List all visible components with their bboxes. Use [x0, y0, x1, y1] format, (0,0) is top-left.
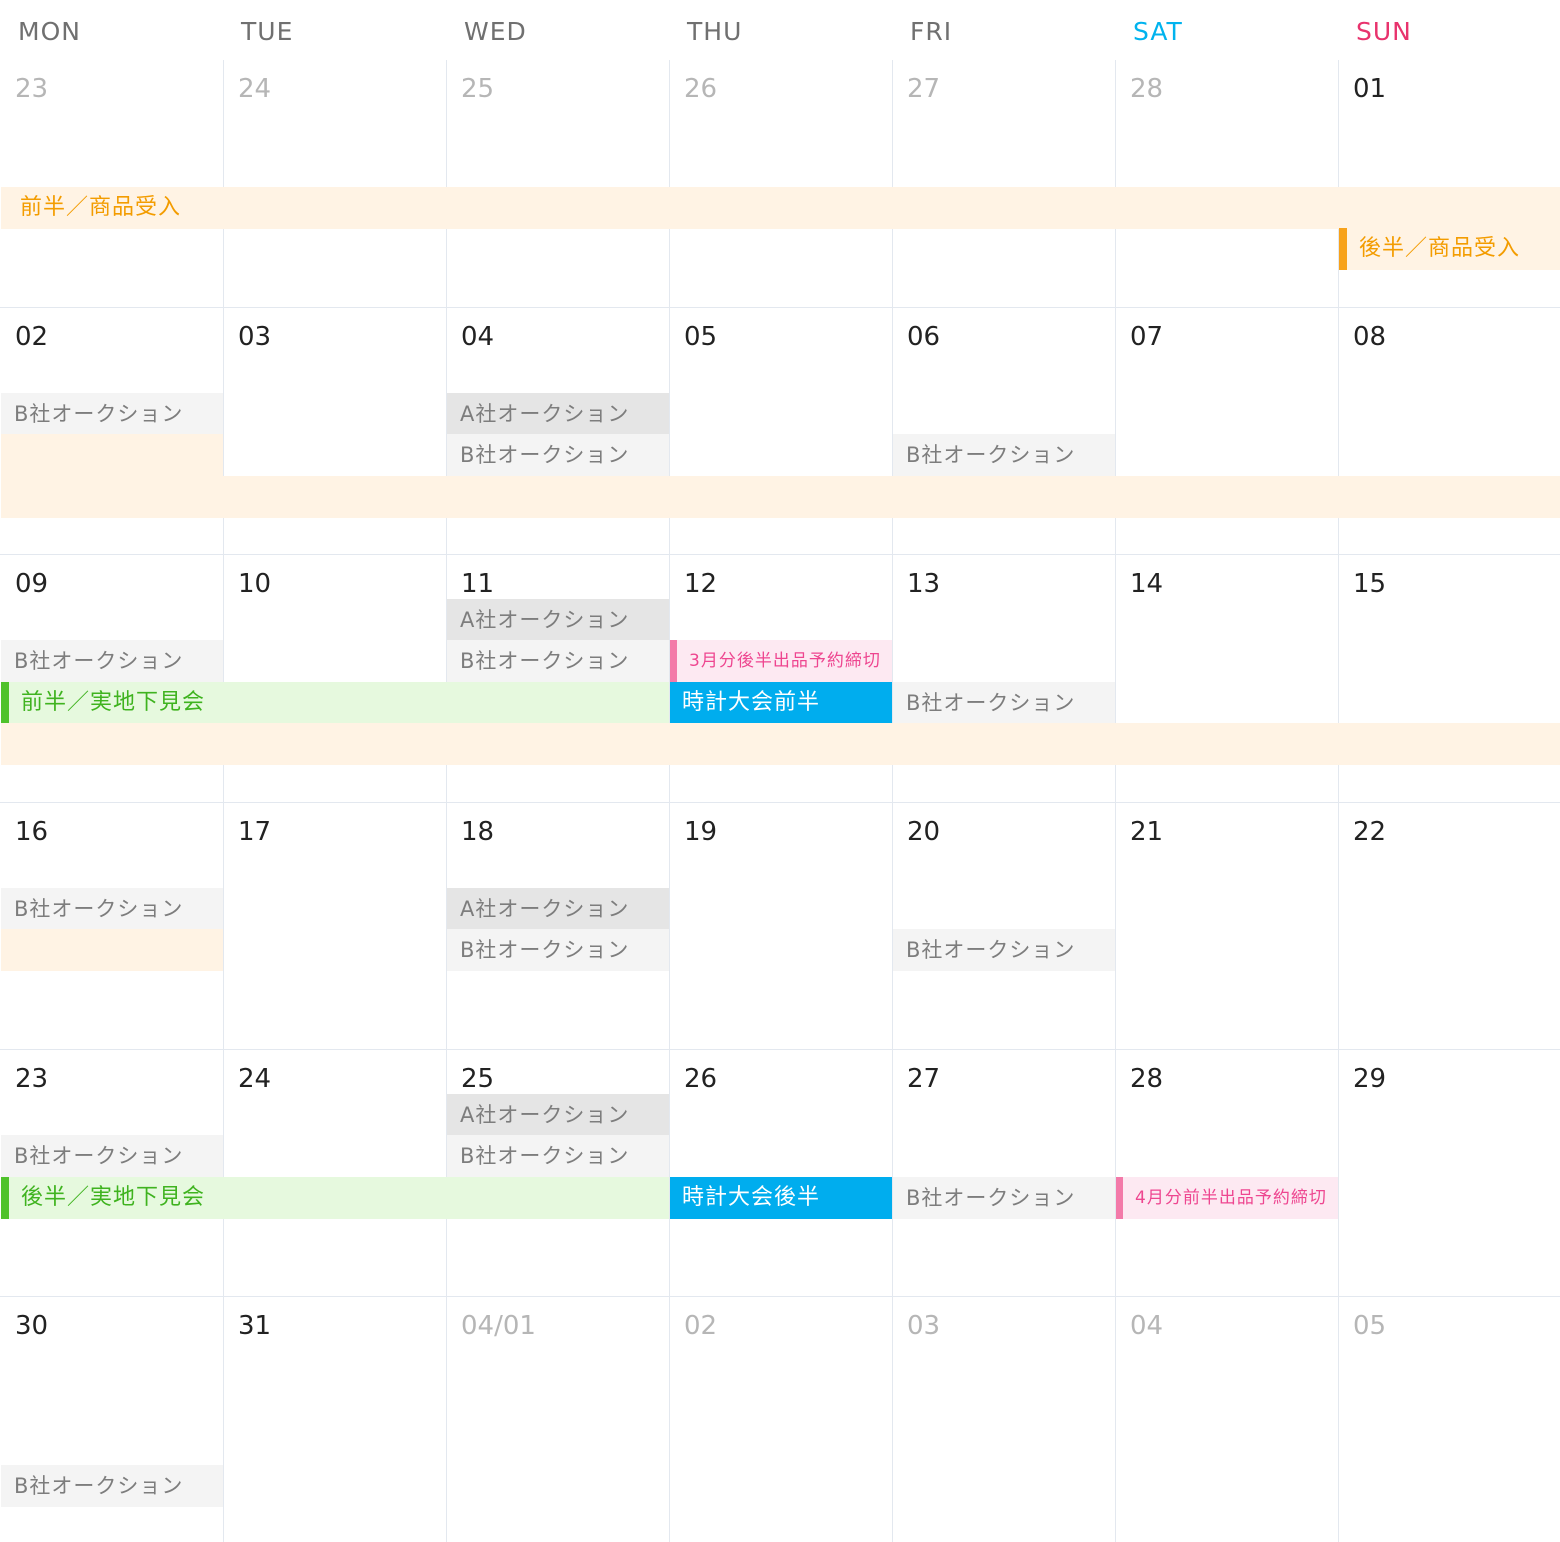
event-pink[interactable]: 4月分前半出品予約締切: [1116, 1177, 1338, 1219]
event-grayB[interactable]: B社オークション: [893, 434, 1115, 476]
day-number: 30: [15, 1311, 49, 1341]
day-number: 23: [15, 1064, 49, 1094]
day-number: 24: [238, 1064, 272, 1094]
day-number: 23: [15, 74, 49, 104]
event-grayB[interactable]: B社オークション: [893, 929, 1115, 971]
day-number: 04: [461, 322, 495, 352]
day-number: 24: [238, 74, 272, 104]
day-number: 27: [907, 1064, 941, 1094]
day-number: 13: [907, 569, 941, 599]
day-number: 04: [1130, 1311, 1164, 1341]
day-number: 14: [1130, 569, 1164, 599]
event-blue[interactable]: 時計大会後半: [670, 1177, 892, 1219]
weekday-header-sun: SUN: [1356, 17, 1412, 46]
day-number: 31: [238, 1311, 272, 1341]
event-grayB[interactable]: B社オークション: [893, 1177, 1115, 1219]
day-number: 04/01: [461, 1311, 536, 1341]
event-grayB[interactable]: B社オークション: [1, 888, 223, 930]
day-number: 05: [684, 322, 718, 352]
day-number: 12: [684, 569, 718, 599]
week-divider: [0, 1049, 1560, 1050]
day-number: 16: [15, 817, 49, 847]
event-green[interactable]: 後半／実地下見会: [1, 1177, 669, 1219]
event-orange[interactable]: 前半／商品受入: [1, 187, 1560, 229]
day-number: 03: [238, 322, 272, 352]
day-number: 20: [907, 817, 941, 847]
weekday-header-thu: THU: [687, 17, 743, 46]
day-number: 21: [1130, 817, 1164, 847]
event-continuation: [1, 929, 223, 971]
event-continuation: [1, 476, 1560, 518]
day-number: 19: [684, 817, 718, 847]
event-grayB[interactable]: B社オークション: [447, 1135, 669, 1177]
weekday-header-mon: MON: [18, 17, 81, 46]
day-number: 26: [684, 74, 718, 104]
day-number: 28: [1130, 74, 1164, 104]
day-number: 15: [1353, 569, 1387, 599]
weekday-header-tue: TUE: [241, 17, 294, 46]
event-blue[interactable]: 時計大会前半: [670, 682, 892, 724]
event-grayB[interactable]: B社オークション: [1, 1465, 223, 1507]
event-grayB[interactable]: B社オークション: [447, 434, 669, 476]
event-green[interactable]: 前半／実地下見会: [1, 682, 669, 724]
day-number: 02: [684, 1311, 718, 1341]
event-grayA[interactable]: A社オークション: [447, 599, 669, 641]
weekday-header-wed: WED: [464, 17, 527, 46]
event-grayA[interactable]: A社オークション: [447, 393, 669, 435]
event-grayB[interactable]: B社オークション: [447, 640, 669, 682]
day-number: 03: [907, 1311, 941, 1341]
day-number: 29: [1353, 1064, 1387, 1094]
day-number: 17: [238, 817, 272, 847]
day-number: 06: [907, 322, 941, 352]
day-number: 28: [1130, 1064, 1164, 1094]
day-number: 01: [1353, 74, 1387, 104]
day-number: 22: [1353, 817, 1387, 847]
weekday-header-sat: SAT: [1133, 17, 1183, 46]
event-grayB[interactable]: B社オークション: [447, 929, 669, 971]
event-continuation: [1, 434, 223, 476]
week-divider: [0, 307, 1560, 308]
weekday-header-fri: FRI: [910, 17, 953, 46]
event-continuation: [1, 723, 1560, 765]
day-number: 25: [461, 1064, 495, 1094]
event-grayA[interactable]: A社オークション: [447, 888, 669, 930]
event-grayB[interactable]: B社オークション: [1, 640, 223, 682]
week-divider: [0, 802, 1560, 803]
day-number: 18: [461, 817, 495, 847]
day-number: 11: [461, 569, 495, 599]
day-number: 26: [684, 1064, 718, 1094]
day-number: 10: [238, 569, 272, 599]
day-number: 07: [1130, 322, 1164, 352]
week-divider: [0, 554, 1560, 555]
event-grayB[interactable]: B社オークション: [1, 1135, 223, 1177]
month-calendar: MON TUE WED THU FRI SAT SUN 前半／商品受入 後半／商品受入 B社オーク…: [0, 0, 1560, 1542]
day-number: 25: [461, 74, 495, 104]
day-number: 02: [15, 322, 49, 352]
week-divider: [0, 1296, 1560, 1297]
event-orange[interactable]: 後半／商品受入: [1339, 228, 1560, 270]
event-grayA[interactable]: A社オークション: [447, 1094, 669, 1136]
event-pink[interactable]: 3月分後半出品予約締切: [670, 640, 892, 682]
day-number: 05: [1353, 1311, 1387, 1341]
event-grayB[interactable]: B社オークション: [893, 682, 1115, 724]
day-number: 09: [15, 569, 49, 599]
event-grayB[interactable]: B社オークション: [1, 393, 223, 435]
day-number: 08: [1353, 322, 1387, 352]
day-number: 27: [907, 74, 941, 104]
